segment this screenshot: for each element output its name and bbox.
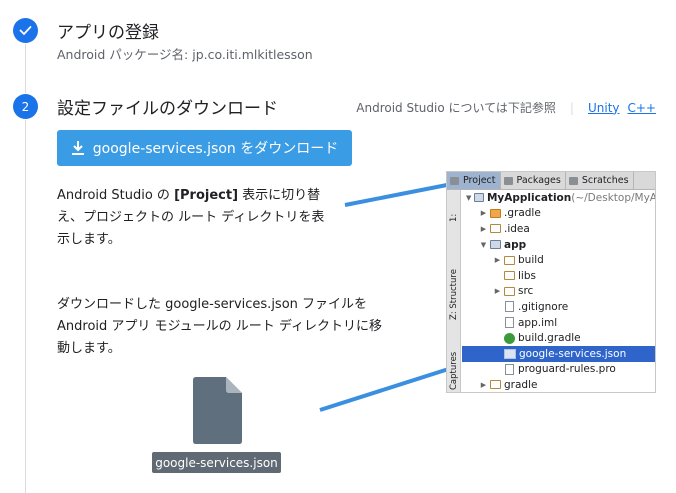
side-label-project[interactable]: 1: [449, 214, 459, 222]
tool-window-strip: 1: Z: Structure Captures [447, 190, 461, 392]
tree-item-label: build [518, 254, 544, 267]
collapsed-arrow-icon[interactable]: ▶ [479, 381, 488, 389]
folder-icon [504, 271, 515, 281]
tree-row-proguard-rules-pro[interactable]: proguard-rules.pro [462, 362, 655, 378]
side-label-structure[interactable]: Z: Structure [449, 269, 459, 320]
project-path: (~/Desktop/MyA [571, 191, 656, 204]
tree-row-build-gradle[interactable]: build.gradle [462, 330, 655, 346]
file-icon [505, 363, 514, 375]
tree-row-app[interactable]: ▼ app [462, 237, 655, 253]
side-label-captures[interactable]: Captures [449, 352, 459, 390]
tree-item-label: app.iml [518, 316, 558, 329]
expanded-arrow-icon[interactable]: ▼ [479, 241, 488, 249]
module-folder-icon [490, 240, 501, 250]
tree-item-label: gradle [504, 378, 538, 391]
tab-packages-label: Packages [516, 175, 561, 186]
tab-scratches-label: Scratches [581, 175, 629, 186]
tree-item-label: proguard-rules.pro [518, 363, 616, 376]
tree-row-libs[interactable]: libs [462, 268, 655, 284]
tree-row-idea[interactable]: ▶ .idea [462, 221, 655, 237]
folder-icon [490, 208, 501, 218]
folder-icon [504, 286, 515, 296]
scratches-tab-icon [568, 177, 578, 185]
tab-project-label: Project [463, 175, 496, 186]
file-icon [505, 301, 514, 313]
tree-row-build[interactable]: ▶ build [462, 252, 655, 268]
project-tab-icon [450, 177, 459, 185]
android-studio-project-panel: Project Packages Scratches 1: Z: Structu… [446, 171, 656, 393]
project-panel-tabs: Project Packages Scratches [447, 172, 655, 190]
tree-row-app-iml[interactable]: app.iml [462, 315, 655, 331]
collapsed-arrow-icon[interactable]: ▶ [479, 209, 488, 217]
collapsed-arrow-icon[interactable]: ▶ [493, 256, 502, 264]
tree-item-label: .gitignore [518, 300, 569, 313]
folder-icon [490, 224, 501, 234]
tree-item-label: .gradle [504, 207, 541, 220]
tree-item-label: src [518, 285, 534, 298]
tree-item-label: build.gradle [518, 332, 581, 345]
folder-icon [490, 380, 501, 390]
tree-item-label: libs [518, 269, 536, 282]
tab-packages[interactable]: Packages [501, 172, 566, 189]
tree-row-google-services-json[interactable]: google-services.json [462, 345, 655, 362]
tab-scratches[interactable]: Scratches [566, 172, 634, 189]
file-icon [505, 317, 514, 329]
expanded-arrow-icon[interactable]: ▼ [465, 194, 472, 202]
packages-tab-icon [503, 177, 513, 185]
tab-project[interactable]: Project [447, 172, 501, 189]
gradle-icon [504, 332, 515, 344]
json-file-icon [504, 348, 516, 359]
folder-icon [504, 255, 515, 265]
collapsed-arrow-icon[interactable]: ▶ [479, 225, 488, 233]
tree-row-gradle[interactable]: ▶ .gradle [462, 206, 655, 222]
tree-item-label: google-services.json [519, 347, 627, 360]
collapsed-arrow-icon[interactable]: ▶ [493, 287, 502, 295]
tree-row-myapplication[interactable]: ▼ MyApplication (~/Desktop/MyA [462, 190, 656, 206]
tree-item-label: app [504, 238, 527, 251]
tree-row-gradle[interactable]: ▶ gradle [462, 377, 655, 392]
tree-row-gitignore[interactable]: .gitignore [462, 299, 655, 315]
module-folder-icon [474, 193, 484, 203]
project-file-tree: ▼ MyApplication (~/Desktop/MyA ▶ .gradle ▶ .i… [462, 190, 656, 392]
tree-item-label: MyApplication [486, 191, 572, 204]
tree-item-label: .idea [504, 222, 530, 235]
tree-row-src[interactable]: ▶ src [462, 284, 655, 300]
